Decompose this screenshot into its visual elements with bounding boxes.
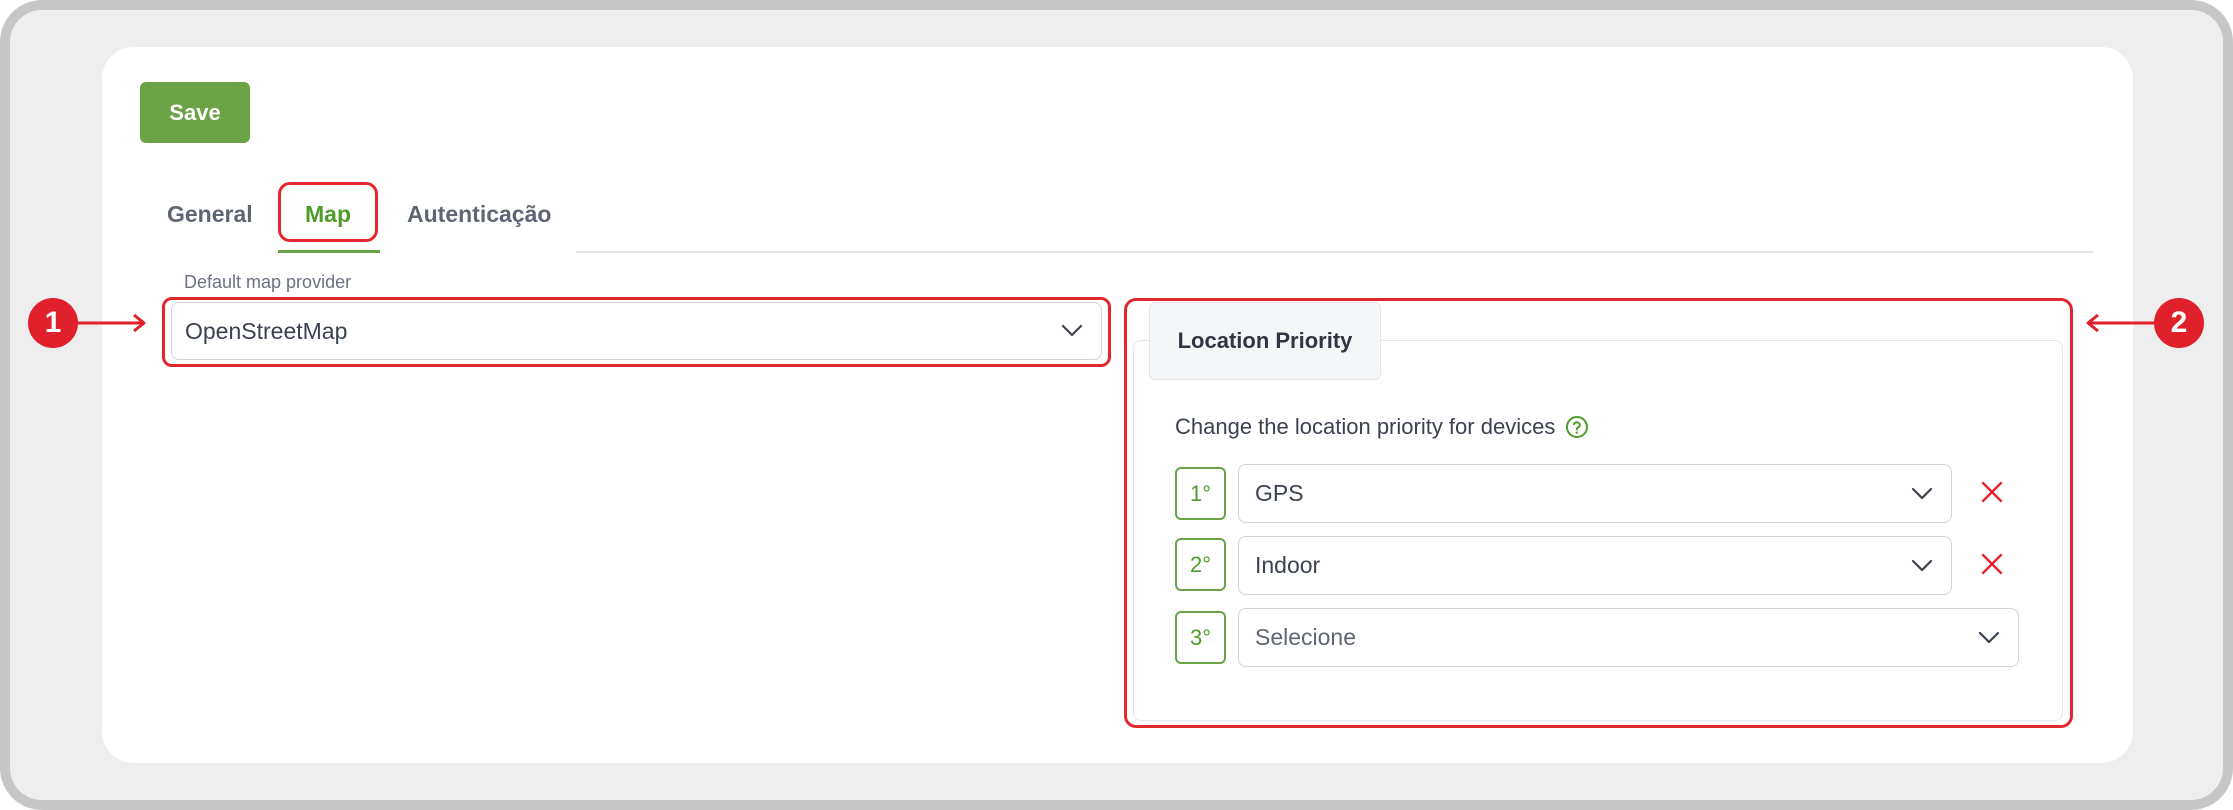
priority-rank-2: 2° xyxy=(1175,538,1226,591)
location-priority-description: Change the location priority for devices xyxy=(1175,414,1589,440)
save-button[interactable]: Save xyxy=(140,82,250,143)
chevron-down-icon xyxy=(1911,487,1933,499)
tabs-divider xyxy=(576,251,2093,253)
tab-autenticacao[interactable]: Autenticação xyxy=(407,196,551,232)
annotation-marker-1: 1 xyxy=(28,298,78,348)
chevron-down-icon xyxy=(1978,631,2000,643)
priority-select-1[interactable]: GPS xyxy=(1238,464,1952,523)
arrow-right-icon xyxy=(78,313,146,333)
active-tab-indicator xyxy=(278,250,380,253)
chevron-down-icon xyxy=(1911,559,1933,571)
priority-select-value: Indoor xyxy=(1255,552,1321,578)
help-circle-icon[interactable] xyxy=(1565,415,1589,439)
close-icon[interactable] xyxy=(1980,552,2004,576)
close-icon[interactable] xyxy=(1980,480,2004,504)
priority-select-value: GPS xyxy=(1255,480,1304,506)
priority-select-2[interactable]: Indoor xyxy=(1238,536,1952,595)
priority-rank-1: 1° xyxy=(1175,467,1226,520)
priority-select-placeholder: Selecione xyxy=(1255,624,1357,650)
tab-general[interactable]: General xyxy=(167,196,253,232)
annotation-marker-2: 2 xyxy=(2154,298,2204,348)
highlight-provider-select xyxy=(162,297,1111,367)
provider-label: Default map provider xyxy=(184,272,352,292)
priority-select-3[interactable]: Selecione xyxy=(1238,608,2019,667)
arrow-left-icon xyxy=(2086,313,2154,333)
description-text: Change the location priority for devices xyxy=(1175,414,1556,439)
highlight-map-tab xyxy=(278,182,378,242)
priority-rank-3: 3° xyxy=(1175,611,1226,664)
